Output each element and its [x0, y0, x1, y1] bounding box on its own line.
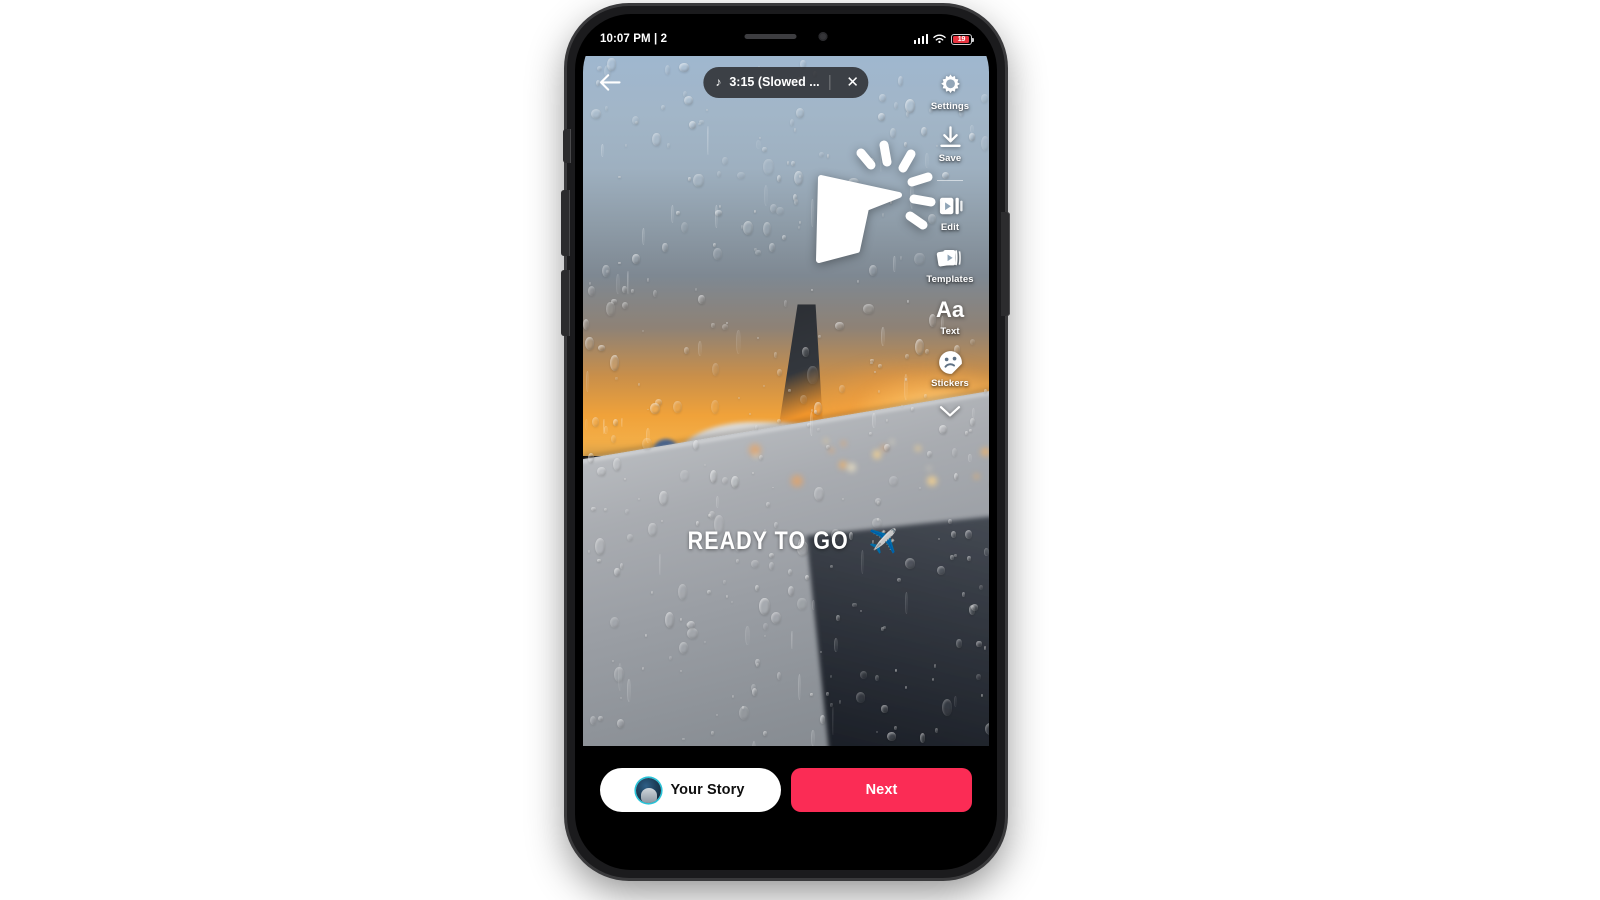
phone-screen: 10:07 PM | 2 19 ♪ 3:15 (Slowed ... ✕ Set…: [583, 22, 989, 862]
power-button[interactable]: [1001, 212, 1010, 316]
music-note-icon: ♪: [715, 75, 722, 89]
mute-switch-button[interactable]: [563, 129, 571, 163]
tool-edit-label: Edit: [940, 222, 960, 233]
tool-settings[interactable]: Settings: [931, 70, 969, 112]
templates-cards-icon: [935, 243, 965, 273]
device-notch: [704, 22, 868, 51]
volume-up-button[interactable]: [561, 190, 570, 256]
pill-divider: [829, 74, 831, 90]
music-track-pill[interactable]: ♪ 3:15 (Slowed ... ✕: [703, 66, 869, 98]
editor-bottom-bar: Your Story Next: [583, 746, 989, 862]
volume-down-button[interactable]: [561, 270, 570, 336]
tool-stickers-label: Stickers: [931, 378, 969, 389]
tool-templates-label: Templates: [926, 274, 974, 285]
tool-settings-label: Settings: [930, 101, 970, 112]
video-trim-icon: [935, 191, 965, 221]
screenshot-stage: 10:07 PM | 2 19 ♪ 3:15 (Slowed ... ✕ Set…: [0, 0, 1600, 900]
gear-icon: [935, 70, 965, 100]
battery-icon: 19: [951, 33, 975, 45]
tool-stickers[interactable]: Stickers: [931, 347, 969, 389]
caption-label: READY TO GO: [687, 527, 849, 555]
chevron-down-icon[interactable]: [939, 405, 961, 423]
cellular-signal-icon: [913, 34, 928, 44]
editor-tool-rail: Settings Save Edit Templates Aa Text Sti…: [919, 70, 981, 423]
download-arrow-icon: [935, 122, 965, 152]
music-track-label: 3:15 (Slowed ...: [729, 75, 820, 89]
rail-divider: [937, 180, 963, 181]
tool-edit[interactable]: Edit: [935, 191, 965, 233]
your-story-button[interactable]: Your Story: [600, 768, 781, 812]
tool-templates[interactable]: Templates: [926, 243, 973, 285]
status-bar-time: 10:07 PM | 2: [600, 33, 668, 45]
text-aa-glyph: Aa: [935, 297, 965, 322]
tool-save-label: Save: [938, 153, 962, 164]
battery-level-label: 19: [957, 35, 966, 43]
front-camera-icon: [818, 32, 828, 41]
tool-text-label: Text: [940, 326, 960, 337]
close-icon[interactable]: ✕: [841, 70, 865, 94]
next-button[interactable]: Next: [791, 768, 972, 812]
sticker-smiley-icon: [935, 347, 965, 377]
avatar: [636, 777, 662, 803]
wifi-icon: [933, 34, 946, 44]
airplane-emoji: ✈️: [868, 528, 898, 554]
text-aa-icon: Aa: [935, 295, 965, 325]
tool-text[interactable]: Aa Text: [935, 295, 965, 338]
earpiece-speaker-icon: [744, 33, 797, 40]
tool-save[interactable]: Save: [935, 122, 965, 164]
your-story-label: Your Story: [670, 782, 745, 798]
back-arrow-icon[interactable]: [597, 69, 623, 95]
next-label: Next: [865, 782, 898, 798]
home-indicator: [726, 851, 846, 855]
caption-text-overlay[interactable]: READY TO GO ✈️: [675, 527, 898, 556]
